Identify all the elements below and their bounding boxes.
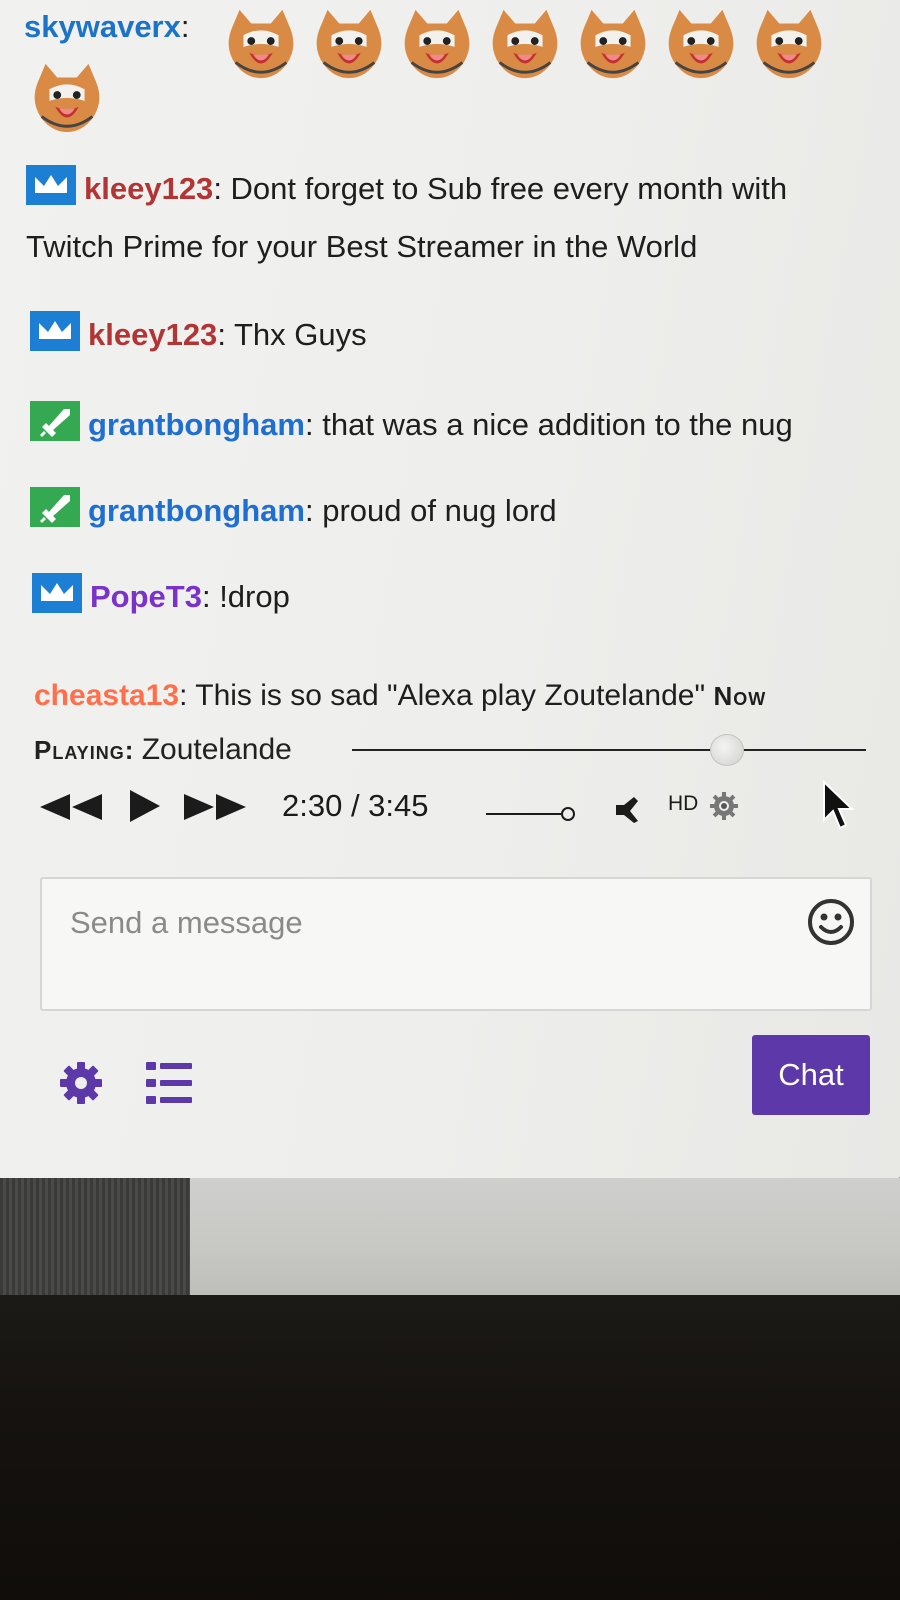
chat-message: kleey123: Thx Guys — [30, 310, 367, 360]
cat-emote-icon — [316, 9, 382, 79]
crown-badge-icon — [26, 165, 76, 205]
cat-emote-icon — [34, 63, 100, 133]
chat-message: kleey123: Dont forget to Sub free every … — [26, 164, 787, 214]
chat-message-text: Twitch Prime for your Best Streamer in t… — [26, 229, 698, 264]
cat-emote-icon — [756, 9, 822, 79]
chat-username[interactable]: PopeT3 — [90, 579, 202, 614]
play-icon — [130, 790, 160, 822]
chat-message: PopeT3: !drop — [32, 572, 290, 622]
chat-message: skywaverx: — [24, 8, 190, 45]
chat-username[interactable]: cheasta13 — [34, 679, 179, 712]
cat-emote-icon — [492, 9, 558, 79]
volume-handle[interactable] — [561, 807, 575, 821]
song-title: Zoutelande — [141, 733, 292, 766]
volume-track — [486, 813, 561, 815]
chat-message-text: : Dont forget to Sub free every month wi… — [213, 171, 788, 206]
viewer-list-button[interactable] — [146, 1060, 192, 1111]
message-input[interactable] — [70, 901, 770, 945]
chat-username[interactable]: grantbongham — [88, 407, 305, 442]
rewind-icon — [40, 794, 102, 820]
list-icon — [146, 1062, 192, 1104]
crown-badge-icon — [32, 573, 82, 613]
cat-emote-icon — [228, 9, 294, 79]
chat-message-text: : that was a nice addition to the nug — [305, 407, 793, 442]
gear-icon — [60, 1062, 102, 1104]
monitor-bezel-dark — [0, 1178, 190, 1300]
chat-send-button[interactable]: Chat — [752, 1035, 870, 1115]
chat-screen: skywaverx: kleey123: Dont forget to Sub … — [0, 0, 900, 1180]
emoji-button[interactable] — [806, 897, 856, 952]
seek-bar[interactable] — [352, 734, 866, 766]
hd-label[interactable]: HD — [668, 792, 698, 816]
message-input-box[interactable] — [40, 877, 872, 1011]
desk-background — [0, 1295, 900, 1600]
chat-username[interactable]: skywaverx — [24, 9, 181, 44]
fast-forward-icon — [184, 794, 246, 820]
chat-message-text: : proud of nug lord — [305, 493, 557, 528]
sword-badge-icon — [30, 487, 80, 527]
chat-message: grantbongham: proud of nug lord — [30, 486, 557, 536]
chat-settings-button[interactable] — [58, 1060, 104, 1111]
play-button[interactable] — [130, 790, 160, 827]
chat-message: cheasta13: This is so sad "Alexa play Zo… — [34, 672, 766, 720]
volume-slider[interactable] — [486, 807, 606, 821]
mouse-cursor-icon — [822, 779, 855, 837]
rewind-button[interactable] — [40, 794, 106, 825]
settings-gear-icon[interactable] — [708, 790, 740, 827]
cat-emote-icon — [580, 9, 646, 79]
chat-message-continuation: Twitch Prime for your Best Streamer in t… — [26, 222, 697, 272]
seek-track — [352, 749, 866, 751]
smiley-icon — [808, 899, 854, 945]
cat-emote-icon — [404, 9, 470, 79]
time-display: 2:30 / 3:45 — [282, 788, 429, 823]
chat-message-text: : — [180, 9, 190, 44]
fast-forward-button[interactable] — [184, 794, 250, 825]
chat-message-text: : This is so sad "Alexa play Zoutelande" — [179, 679, 714, 712]
now-playing: Playing: Zoutelande — [34, 733, 292, 767]
now-label: Now — [713, 681, 767, 711]
playing-colon: : — [124, 735, 134, 765]
crown-badge-icon — [30, 311, 80, 351]
chat-username[interactable]: grantbongham — [88, 493, 305, 528]
speaker-icon[interactable] — [614, 795, 644, 830]
emote-row-2 — [28, 58, 116, 136]
chat-message-text: : !drop — [201, 579, 290, 614]
emote-row — [222, 4, 838, 82]
chat-message: grantbongham: that was a nice addition t… — [30, 400, 793, 450]
playing-label: Playing — [34, 735, 125, 765]
cat-emote-icon — [668, 9, 734, 79]
chat-username[interactable]: kleey123 — [88, 317, 217, 352]
seek-handle[interactable] — [710, 734, 744, 766]
chat-message-text: : Thx Guys — [217, 317, 367, 352]
sword-badge-icon — [30, 401, 80, 441]
chat-username[interactable]: kleey123 — [84, 171, 213, 206]
